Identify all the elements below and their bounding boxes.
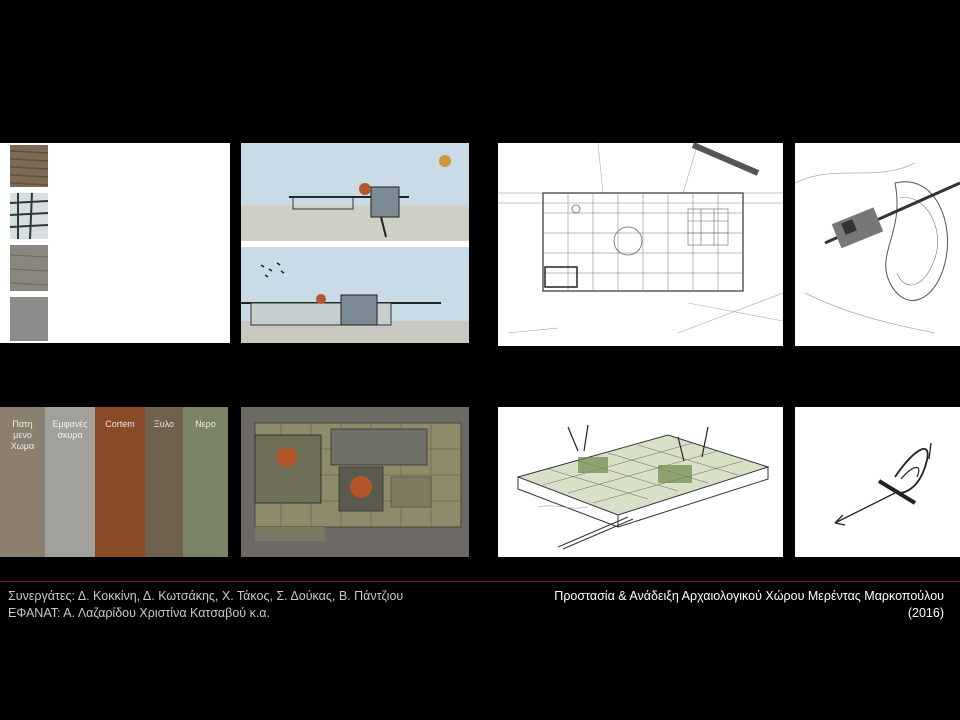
- contour-drawing: [795, 162, 960, 334]
- material-corten: Cortem: [95, 407, 145, 557]
- roof-plan: [254, 422, 462, 541]
- credits-block: Συνεργάτες: Δ. Κοκκίνη, Δ. Κωτσάκης, Χ. …: [8, 588, 403, 622]
- material-earth-label: Πατη μενο Χωμα: [10, 419, 35, 451]
- material-wood-label: Ξυλο: [153, 419, 175, 429]
- axonometric-sketch: [498, 407, 783, 557]
- material-corten-label: Cortem: [105, 419, 135, 429]
- material-strips: Πατη μενο Χωμα Εμφανές σκυρο Cortem Ξυλο…: [0, 407, 228, 557]
- site-plan-drawing: [498, 143, 783, 346]
- axonometric-drawing: [516, 424, 770, 550]
- elevation-drawings: [241, 143, 469, 343]
- site-plan: [498, 143, 783, 334]
- roof-plan-drawing: [241, 407, 469, 557]
- project-title: Προστασία & Ανάδειξη Αρχαιολογικού Χώρου…: [554, 589, 944, 603]
- material-swatch-drawing: [8, 143, 50, 343]
- material-concrete-label: Εμφανές σκυρο: [52, 419, 88, 440]
- material-wood: Ξυλο: [145, 407, 183, 557]
- material-concrete: Εμφανές σκυρο: [45, 407, 95, 557]
- credits-line-efanat: ΕΦΑΝΑΤ: Α. Λαζαρίδου Χριστίνα Κατσαβού κ…: [8, 606, 271, 620]
- contour-sketch: [795, 143, 960, 346]
- elevation-drawing: [241, 143, 469, 343]
- concept-sketch: [795, 407, 960, 557]
- material-water-label: Νερο: [195, 419, 216, 429]
- slide: Πατη μενο Χωμα Εμφανές σκυρο Cortem Ξυλο…: [0, 0, 960, 720]
- material-water: Νερο: [183, 407, 228, 557]
- project-year: (2016): [907, 606, 944, 620]
- concept-drawing: [834, 442, 932, 526]
- material-earth: Πατη μενο Χωμα: [0, 407, 45, 557]
- credits-line-collaborators: Συνεργάτες: Δ. Κοκκίνη, Δ. Κωτσάκης, Χ. …: [8, 589, 404, 603]
- material-swatch-panel: [0, 143, 230, 343]
- project-title-block: Προστασία & Ανάδειξη Αρχαιολογικού Χώρου…: [554, 588, 944, 622]
- footer-divider: [0, 581, 960, 582]
